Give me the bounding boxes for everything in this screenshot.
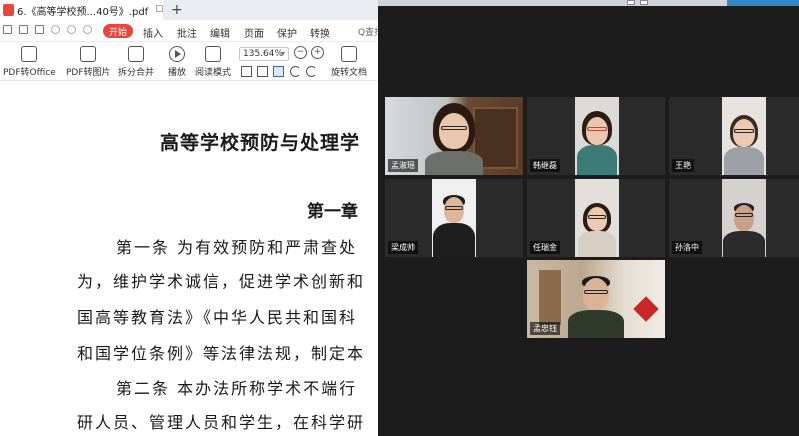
body-text-line: 第一条 为有效预防和严肃查处 xyxy=(116,238,358,257)
reading-mode-label: 阅读模式 xyxy=(195,68,232,78)
redo-icon[interactable] xyxy=(67,25,76,34)
menu-convert[interactable]: 转换 xyxy=(310,25,330,40)
open-folder-icon[interactable] xyxy=(3,25,12,34)
document-tab[interactable]: 6.《高等学校预...40号》.pdf ☐ ✕ xyxy=(0,0,163,20)
pdf-to-image-label: PDF转图片 xyxy=(66,68,111,78)
single-page-icon[interactable] xyxy=(273,66,284,77)
participant-tile[interactable]: 孟淑瑶 xyxy=(385,97,523,175)
tab-bar: 6.《高等学校预...40号》.pdf ☐ ✕ + xyxy=(0,0,380,20)
split-merge-label: 拆分合并 xyxy=(118,68,155,78)
participant-name: 韩继磊 xyxy=(530,159,560,172)
play-icon xyxy=(169,46,185,62)
play-label: 播放 xyxy=(168,68,187,78)
participant-grid: 孟淑瑶 韩继磊 王艳 梁成帅 任瑞金 孙洛中 孟忠钰 xyxy=(385,97,799,338)
rotate-left-icon[interactable] xyxy=(290,66,301,77)
participant-name: 王艳 xyxy=(672,159,694,172)
body-text-line: 和国学位条例》等法律法规，制定本 xyxy=(77,344,366,363)
pdf-file-icon xyxy=(3,4,14,16)
split-merge-icon xyxy=(128,46,144,62)
ribbon-toolbar: PDF转Office PDF转图片 拆分合并 播放 阅读模式 135.64% ▾ xyxy=(0,43,380,81)
pdf-to-office-icon xyxy=(21,46,38,62)
menu-bar: 开始 插入 批注 编辑 页面 保护 转换 Q查找 xyxy=(0,20,380,42)
window-icon[interactable] xyxy=(640,0,648,5)
participant-tile[interactable]: 任瑞金 xyxy=(527,179,665,257)
menu-insert[interactable]: 插入 xyxy=(143,25,163,40)
chapter-heading: 第一章 xyxy=(307,202,358,222)
new-tab-button[interactable]: + xyxy=(171,1,183,19)
participant-video xyxy=(575,97,619,175)
zoom-value: 135.64% xyxy=(243,49,284,59)
split-merge-button[interactable]: 拆分合并 xyxy=(118,46,154,78)
book-icon xyxy=(205,46,221,62)
print-icon[interactable] xyxy=(35,25,44,34)
body-text-line: 第二条 本办法所称学术不端行 xyxy=(116,379,358,398)
rotate-document-label: 旋转文档 xyxy=(331,68,368,78)
participant-tile[interactable]: 孟忠钰 xyxy=(527,260,665,338)
participant-name: 孟淑瑶 xyxy=(388,159,418,172)
document-page: 高等学校预防与处理学 第一章 第一条 为有效预防和严肃查处 为，维护学术诚信，促… xyxy=(0,82,380,436)
menu-start[interactable]: 开始 xyxy=(103,24,133,38)
rotate-right-icon[interactable] xyxy=(306,66,317,77)
body-text-line: 研人员、管理人员和学生，在科学研 xyxy=(77,413,366,432)
pdf-to-office-button[interactable]: PDF转Office xyxy=(3,46,56,78)
document-tab-title: 6.《高等学校预...40号》.pdf xyxy=(17,6,149,18)
menu-page[interactable]: 页面 xyxy=(244,25,264,40)
participant-tile[interactable]: 梁成帅 xyxy=(385,179,523,257)
quick-access-toolbar xyxy=(3,25,92,34)
fu-decoration xyxy=(633,296,659,322)
undo-icon[interactable] xyxy=(51,25,60,34)
pdf-to-office-label: PDF转Office xyxy=(3,68,56,78)
participant-video xyxy=(722,179,766,257)
reading-mode-button[interactable]: 阅读模式 xyxy=(195,46,231,78)
video-meeting-window: 孟淑瑶 韩继磊 王艳 梁成帅 任瑞金 孙洛中 孟忠钰 xyxy=(378,0,799,436)
menu-edit[interactable]: 编辑 xyxy=(210,25,230,40)
rotate-document-button[interactable]: 旋转文档 xyxy=(331,46,367,78)
participant-video xyxy=(722,97,766,175)
zoom-select[interactable]: 135.64% ▾ xyxy=(239,47,289,61)
tab-controls[interactable]: ☐ ✕ xyxy=(155,5,163,15)
participant-name: 孟忠钰 xyxy=(530,322,560,335)
zoom-in-button[interactable]: + xyxy=(311,46,324,59)
participant-name: 梁成帅 xyxy=(388,241,418,254)
more-icon[interactable] xyxy=(83,25,92,34)
pdf-to-image-button[interactable]: PDF转图片 xyxy=(66,46,111,78)
rotate-document-icon xyxy=(341,46,357,62)
pdf-to-image-icon xyxy=(80,46,97,62)
body-text-line: 国高等教育法》《中华人民共和国科 xyxy=(77,308,358,327)
participant-tile[interactable]: 王艳 xyxy=(669,97,799,175)
window-accent xyxy=(727,0,799,6)
save-icon[interactable] xyxy=(19,25,28,34)
shelf xyxy=(539,270,561,325)
play-button[interactable]: 播放 xyxy=(168,46,186,78)
crop-icon[interactable] xyxy=(257,66,268,77)
body-text-line: 为，维护学术诚信，促进学术创新和 xyxy=(77,272,366,291)
participant-name: 孙洛中 xyxy=(672,241,702,254)
participant-name: 任瑞金 xyxy=(530,241,560,254)
zoom-out-button[interactable]: − xyxy=(294,46,307,59)
chevron-down-icon: ▾ xyxy=(280,49,285,58)
meeting-title-strip xyxy=(378,0,799,6)
fit-page-icon[interactable] xyxy=(241,66,252,77)
menu-annotate[interactable]: 批注 xyxy=(177,25,197,40)
menu-protect[interactable]: 保护 xyxy=(277,25,297,40)
participant-tile[interactable]: 孙洛中 xyxy=(669,179,799,257)
participant-video xyxy=(432,179,476,257)
participant-tile[interactable]: 韩继磊 xyxy=(527,97,665,175)
participant-video xyxy=(575,179,619,257)
search-command[interactable]: Q查找 xyxy=(358,25,380,38)
pdf-editor-window: 6.《高等学校预...40号》.pdf ☐ ✕ + 开始 插入 批注 编辑 页面… xyxy=(0,0,380,436)
document-title: 高等学校预防与处理学 xyxy=(160,132,361,154)
window-icon[interactable] xyxy=(627,0,635,5)
